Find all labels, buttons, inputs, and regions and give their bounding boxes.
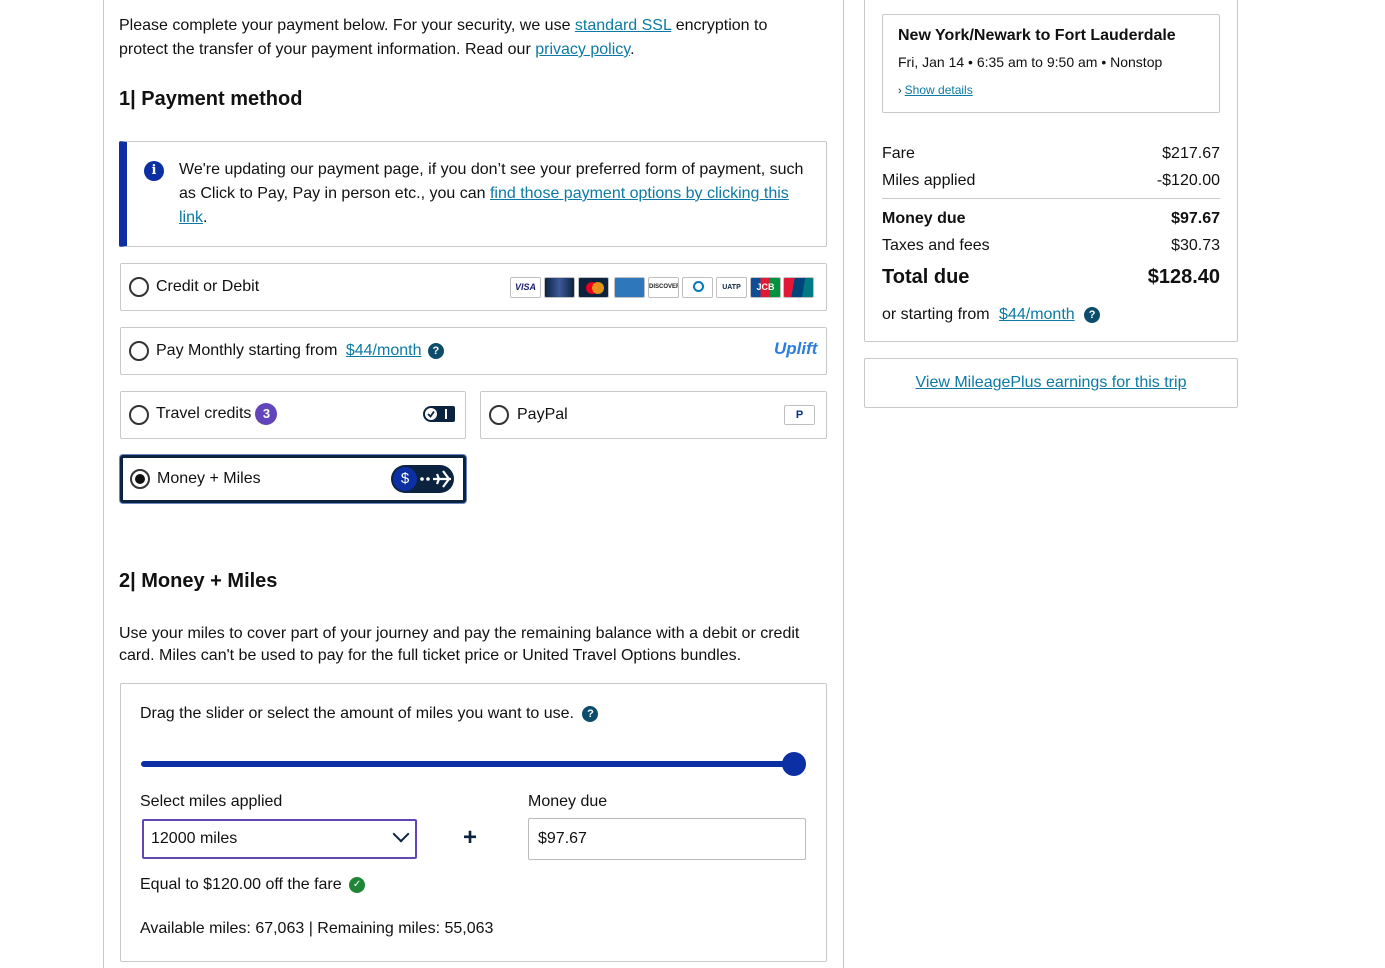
pay-monthly-text: Pay Monthly starting from [156, 342, 338, 359]
slider-instruction: Drag the slider or select the amount of … [140, 705, 599, 723]
chevron-right-icon: › [898, 85, 902, 97]
intro-text-end: . [630, 41, 635, 58]
travel-credits-radio[interactable] [129, 405, 149, 425]
uplift-logo: Uplift [774, 339, 818, 358]
starting-from-label: or starting from [882, 306, 990, 323]
fare-discount-value: Equal to $120.00 off the fare [140, 876, 342, 893]
miles-slider-track[interactable] [141, 761, 794, 767]
money-due-label: Money due [528, 793, 608, 810]
paypal-logo: P [784, 405, 815, 425]
info-icon: i [144, 161, 164, 181]
fare-value: $217.67 [1162, 145, 1220, 162]
travel-credits-count-badge: 3 [255, 403, 278, 425]
money-due-field[interactable]: $97.67 [528, 818, 806, 860]
miles-slider-handle[interactable] [782, 752, 806, 776]
money-miles-label: Money + Miles [157, 470, 261, 487]
money-miles-description: Use your miles to cover part of your jou… [119, 625, 800, 664]
slider-instruction-text: Drag the slider or select the amount of … [140, 705, 574, 722]
info-notice-text: We're updating our payment page, if you … [179, 158, 809, 230]
fare-row: Fare $217.67 [882, 145, 1220, 163]
intro-text: Please complete your payment below. For … [119, 14, 819, 62]
total-due-row: Total due $128.40 [882, 266, 1220, 289]
money-miles-radio[interactable] [130, 469, 150, 489]
pay-monthly-price-link[interactable]: $44/month [346, 342, 422, 359]
credit-debit-radio[interactable] [129, 277, 149, 297]
total-due-value: $128.40 [1147, 266, 1220, 288]
united-card-logo [544, 277, 575, 298]
miles-select[interactable]: 12000 miles [142, 819, 417, 859]
flight-details: Fri, Jan 14 • 6:35 am to 9:50 am • Nonst… [898, 54, 1163, 70]
slider-help-icon[interactable]: ? [582, 705, 599, 722]
mileageplus-earnings-button[interactable]: View MileagePlus earnings for this trip [864, 358, 1238, 408]
intro-text-start: Please complete your payment below. For … [119, 17, 575, 34]
flight-route: New York/Newark to Fort Lauderdale [898, 27, 1176, 44]
payment-method-heading: 1| Payment method [119, 88, 303, 110]
starting-from-price-link[interactable]: $44/month [999, 306, 1075, 323]
miles-select-label: Select miles applied [140, 793, 283, 810]
summary-divider [882, 198, 1220, 199]
unionpay-logo [783, 277, 814, 298]
paypal-radio[interactable] [489, 405, 509, 425]
taxes-row: Taxes and fees $30.73 [882, 237, 1220, 255]
miles-applied-value: -$120.00 [1156, 172, 1220, 189]
pay-monthly-help-icon[interactable]: ? [427, 342, 444, 359]
fare-discount-text: Equal to $120.00 off the fare ✓ [140, 876, 366, 894]
pay-monthly-radio[interactable] [129, 341, 149, 361]
discover-logo: DISCOVER [648, 277, 679, 298]
paypal-label: PayPal [517, 406, 568, 423]
taxes-value: $30.73 [1171, 237, 1220, 254]
total-due-label: Total due [882, 266, 970, 288]
jcb-logo: JCB [750, 277, 781, 298]
ssl-link[interactable]: standard SSL [575, 17, 671, 34]
miles-balance: Available miles: 67,063 | Remaining mile… [140, 920, 494, 937]
money-miles-icon: $ [391, 465, 454, 493]
fare-label: Fare [882, 145, 915, 162]
starting-from-row: or starting from $44/month ? [882, 306, 1220, 324]
privacy-policy-link[interactable]: privacy policy [535, 41, 630, 58]
summary-money-due-label: Money due [882, 210, 966, 227]
credit-debit-label: Credit or Debit [156, 278, 260, 295]
check-icon: ✓ [349, 876, 366, 893]
info-notice-end: . [203, 209, 208, 226]
diners-club-logo [682, 277, 713, 298]
plus-icon: + [463, 824, 478, 851]
uatp-logo: UATP [716, 277, 747, 298]
summary-money-due-value: $97.67 [1171, 210, 1220, 227]
miles-applied-row: Miles applied -$120.00 [882, 172, 1220, 190]
show-details-text[interactable]: Show details [905, 83, 973, 97]
miles-applied-label: Miles applied [882, 172, 976, 189]
travel-credits-label: Travel credits 3 [156, 403, 278, 425]
miles-select-value: 12000 miles [151, 830, 238, 847]
mastercard-logo [578, 277, 609, 298]
money-miles-heading: 2| Money + Miles [119, 570, 278, 592]
show-details-link[interactable]: › Show details [898, 83, 973, 97]
chevron-down-icon [392, 825, 410, 843]
taxes-label: Taxes and fees [882, 237, 990, 254]
travel-credits-text: Travel credits [156, 405, 252, 423]
pay-monthly-label: Pay Monthly starting from $44/month ? [156, 341, 444, 361]
starting-from-help-icon[interactable]: ? [1084, 306, 1101, 323]
travel-credit-icon [423, 406, 455, 422]
money-due-row: Money due $97.67 [882, 210, 1220, 228]
mileageplus-earnings-link[interactable]: View MileagePlus earnings for this trip [916, 374, 1187, 391]
visa-logo: VISA [510, 277, 541, 298]
amex-logo [614, 277, 645, 298]
